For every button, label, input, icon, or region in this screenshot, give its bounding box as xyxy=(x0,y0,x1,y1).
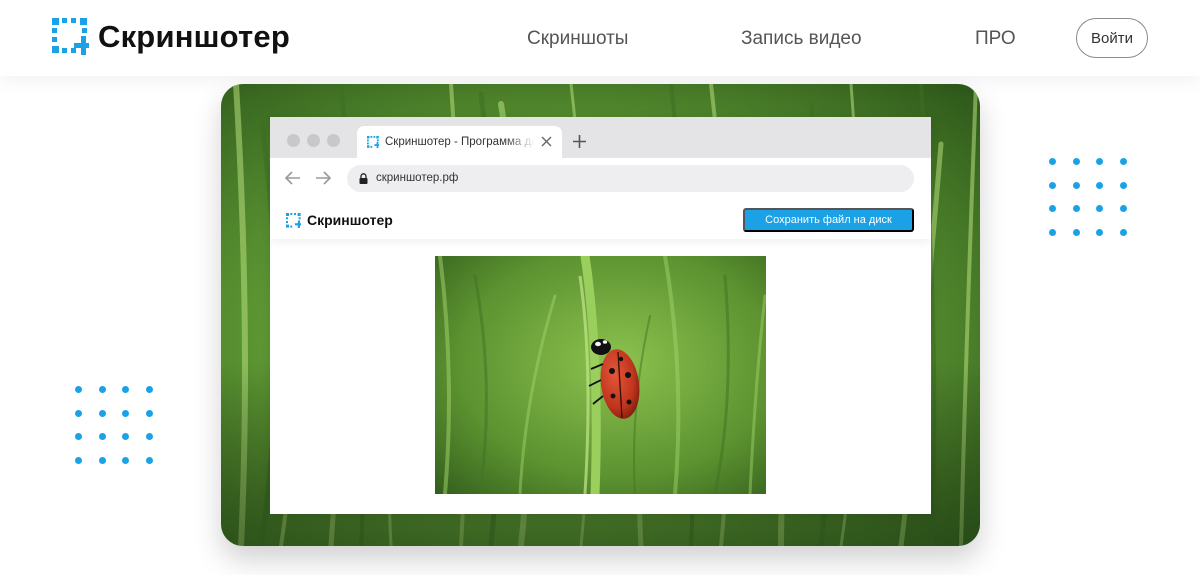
app-logo-text: Скриншотер xyxy=(307,212,393,228)
decorative-dot xyxy=(122,386,129,393)
decorative-dot xyxy=(1049,158,1056,165)
decorative-dot xyxy=(1072,181,1080,189)
decorative-dot xyxy=(1119,228,1127,236)
nav-link-screenshots[interactable]: Скриншоты xyxy=(527,27,628,51)
decorative-dot xyxy=(1119,181,1127,189)
site-header: Скриншотер Скриншоты Запись видео ПРО Во… xyxy=(0,0,1200,76)
decorative-dot xyxy=(145,386,153,393)
decorative-dot xyxy=(1119,205,1127,212)
decorative-dot xyxy=(1072,205,1080,212)
tab-logo-icon xyxy=(367,136,379,148)
decorative-dot xyxy=(1119,158,1127,165)
app-logo-icon xyxy=(286,213,301,228)
browser-window: Скриншотер - Программа для скриншотов xyxy=(270,117,931,514)
decorative-dot xyxy=(1096,181,1103,189)
decorative-dot xyxy=(75,409,82,417)
nav-link-pro[interactable]: ПРО xyxy=(975,27,1016,51)
window-close-dot[interactable] xyxy=(287,134,300,147)
lock-icon xyxy=(359,173,368,184)
decorative-dot xyxy=(75,433,82,440)
logo-text: Скриншотер xyxy=(98,19,290,54)
decorative-dot xyxy=(145,433,153,440)
browser-tab[interactable]: Скриншотер - Программа для скриншотов xyxy=(357,126,562,158)
browser-toolbar: скриншотер.рф xyxy=(270,158,931,199)
save-to-disk-button[interactable]: Сохранить файл на диск xyxy=(743,208,914,232)
url-text: скриншотер.рф xyxy=(376,172,459,184)
decorative-dot xyxy=(98,456,106,464)
decorative-dot xyxy=(1072,158,1080,165)
decorative-dot xyxy=(98,409,106,417)
window-maximize-dot[interactable] xyxy=(327,134,340,147)
decorative-dot xyxy=(122,433,129,440)
ladybug-image xyxy=(435,256,766,494)
decorative-dot xyxy=(1096,158,1103,165)
decorative-dot xyxy=(1049,181,1056,189)
decorative-dot xyxy=(1096,228,1103,236)
forward-arrow-icon[interactable] xyxy=(315,171,331,185)
decorative-dot xyxy=(1072,228,1080,236)
hero-illustration: Скриншотер - Программа для скриншотов xyxy=(221,84,980,546)
decorative-dot xyxy=(145,456,153,464)
browser-tab-bar: Скриншотер - Программа для скриншотов xyxy=(270,117,931,158)
plus-icon[interactable] xyxy=(573,135,586,148)
site-logo[interactable]: Скриншотер xyxy=(52,18,290,55)
decorative-dot xyxy=(98,433,106,440)
window-minimize-dot[interactable] xyxy=(307,134,320,147)
decorative-dot xyxy=(1049,228,1056,236)
decorative-dot xyxy=(75,456,82,464)
nav-link-video-recording[interactable]: Запись видео xyxy=(741,27,862,51)
decorative-dot xyxy=(122,409,129,417)
login-button[interactable]: Войти xyxy=(1076,18,1148,58)
back-arrow-icon[interactable] xyxy=(285,171,301,185)
tab-title: Скриншотер - Программа для скриншотов xyxy=(385,136,535,148)
close-icon[interactable] xyxy=(541,136,552,147)
decorative-dot xyxy=(75,386,82,393)
decorative-dot xyxy=(98,386,106,393)
address-bar[interactable]: скриншотер.рф xyxy=(347,165,914,192)
decorative-dot xyxy=(145,409,153,417)
logo-icon xyxy=(52,18,89,55)
decorative-dot xyxy=(1049,205,1056,212)
decorative-dot xyxy=(122,456,129,464)
app-header: Скриншотер Сохранить файл на диск xyxy=(270,199,931,239)
decorative-dot xyxy=(1096,205,1103,212)
